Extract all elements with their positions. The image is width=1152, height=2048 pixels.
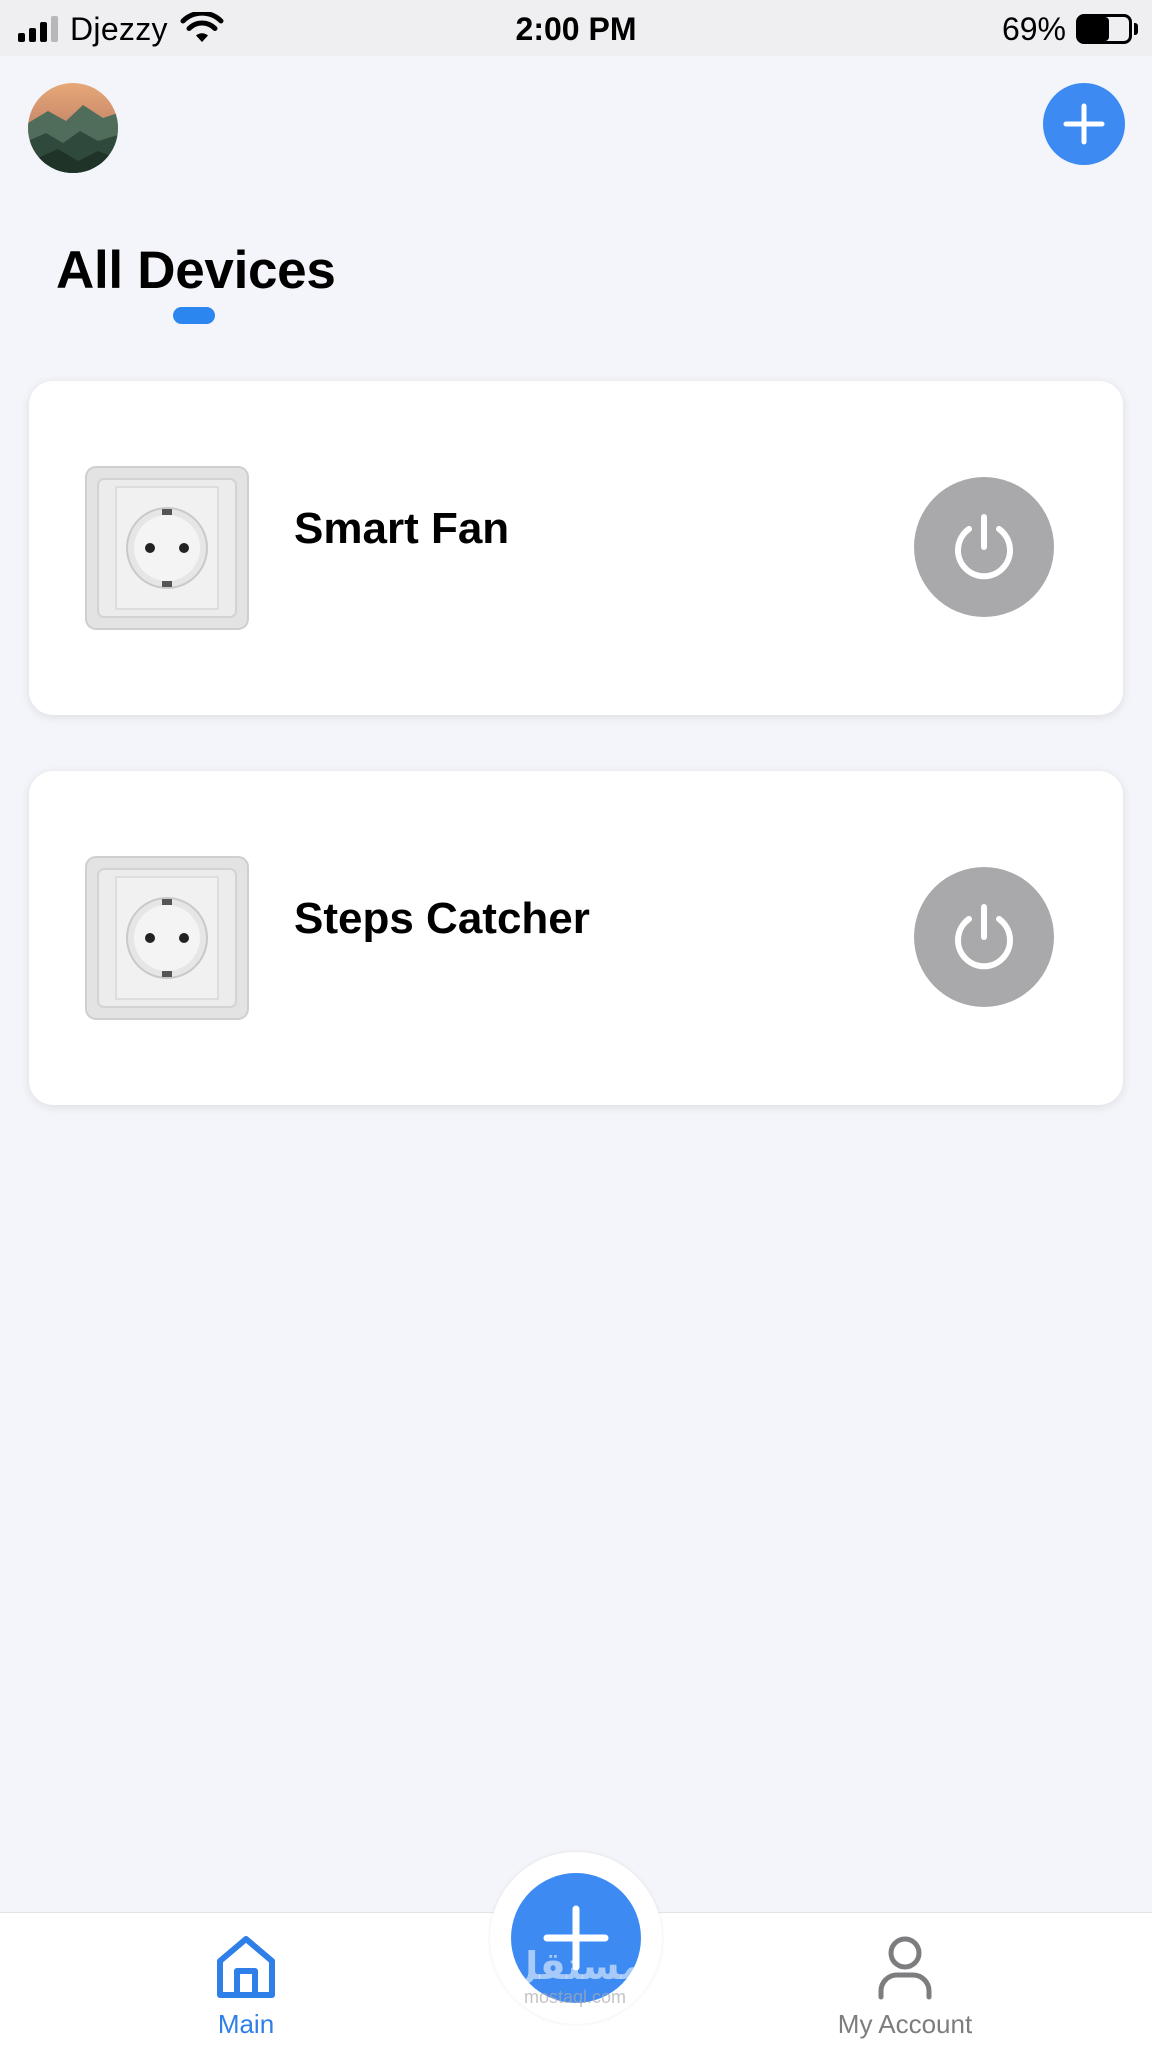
plus-icon [1063,103,1105,145]
device-card[interactable]: Steps Catcher [29,771,1123,1105]
power-button[interactable] [914,477,1054,617]
tab-my-account[interactable]: My Account [775,1913,1035,2048]
power-socket-image [85,466,249,630]
tab-main-label: Main [217,2009,275,2039]
tab-my-account-label: My Account [837,2009,973,2039]
home-icon [217,1936,275,1998]
power-icon [955,904,1013,970]
plus-icon [543,1905,609,1971]
status-time: 2:00 PM [515,11,637,47]
battery-level [1079,17,1109,41]
status-right: 69% [1002,10,1138,48]
tab-main[interactable]: Main [116,1913,376,2048]
power-button[interactable] [914,867,1054,1007]
device-name: Steps Catcher [294,894,590,943]
fab-add-button[interactable] [511,1873,641,2003]
power-icon [955,514,1013,580]
power-socket-image [85,856,249,1020]
status-bar: Djezzy 2:00 PM 69% [0,0,1152,56]
device-name: Smart Fan [294,504,510,553]
avatar[interactable] [28,83,118,173]
add-device-button[interactable] [1043,83,1125,165]
battery-percent: 69% [1001,10,1066,47]
user-icon [878,1936,932,2000]
avatar-image [28,83,118,173]
page-title: All Devices [56,241,336,300]
battery-icon [1076,14,1138,44]
device-card[interactable]: Smart Fan [29,381,1123,715]
title-indicator [173,307,215,324]
